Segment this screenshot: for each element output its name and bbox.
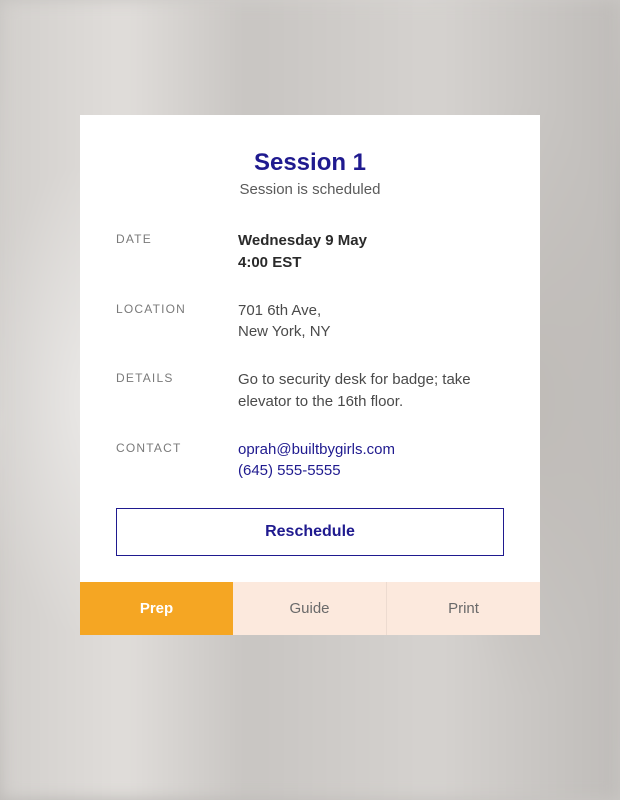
tab-print[interactable]: Print xyxy=(386,582,540,635)
value-contact: oprah@builtbygirls.com (645) 555-5555 xyxy=(238,439,395,483)
reschedule-button[interactable]: Reschedule xyxy=(116,508,504,556)
contact-phone-link[interactable]: (645) 555-5555 xyxy=(238,462,341,479)
value-details: Go to security desk for badge; take elev… xyxy=(238,369,504,413)
session-title: Session 1 xyxy=(116,149,504,177)
row-date: DATE Wednesday 9 May 4:00 EST xyxy=(116,230,504,274)
session-card: Session 1 Session is scheduled DATE Wedn… xyxy=(80,115,540,635)
value-location: 701 6th Ave, New York, NY xyxy=(238,300,331,344)
date-day: Wednesday 9 May xyxy=(238,230,367,252)
location-city: New York, NY xyxy=(238,321,331,343)
label-location: LOCATION xyxy=(116,300,238,344)
value-date: Wednesday 9 May 4:00 EST xyxy=(238,230,367,274)
label-date: DATE xyxy=(116,230,238,274)
session-status: Session is scheduled xyxy=(116,181,504,198)
row-details: DETAILS Go to security desk for badge; t… xyxy=(116,369,504,413)
row-location: LOCATION 701 6th Ave, New York, NY xyxy=(116,300,504,344)
date-time: 4:00 EST xyxy=(238,252,367,274)
label-contact: CONTACT xyxy=(116,439,238,483)
tab-prep[interactable]: Prep xyxy=(80,582,233,635)
tab-guide[interactable]: Guide xyxy=(233,582,386,635)
row-contact: CONTACT oprah@builtbygirls.com (645) 555… xyxy=(116,439,504,483)
location-street: 701 6th Ave, xyxy=(238,300,331,322)
label-details: DETAILS xyxy=(116,369,238,413)
card-body: Session 1 Session is scheduled DATE Wedn… xyxy=(80,115,540,582)
contact-email-link[interactable]: oprah@builtbygirls.com xyxy=(238,441,395,458)
tab-bar: Prep Guide Print xyxy=(80,582,540,635)
